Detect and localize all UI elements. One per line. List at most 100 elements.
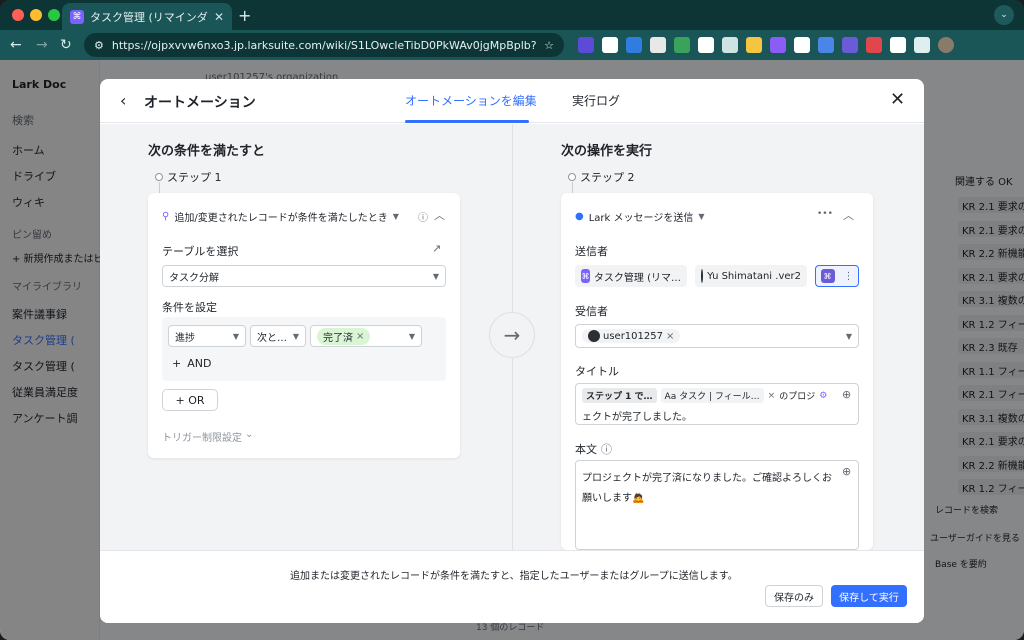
extension-icon[interactable] — [746, 37, 762, 53]
step-text: ステップ 2 — [580, 171, 635, 184]
extension-icon[interactable] — [794, 37, 810, 53]
chevron-down-icon: ⌄ — [245, 429, 254, 440]
arrow-right-icon: → — [489, 312, 535, 358]
puzzle-icon[interactable] — [914, 37, 930, 53]
condition-heading: 次の条件を満たすと — [148, 144, 266, 159]
tab-run-log[interactable]: 実行ログ — [572, 92, 620, 109]
footer-message: 追加または変更されたレコードが条件を満たすと、指定したユーザーまたはグループに送… — [290, 571, 738, 582]
save-button[interactable]: 保存のみ — [765, 585, 823, 607]
back-icon[interactable]: ‹ — [120, 91, 126, 110]
extension-icon[interactable] — [890, 37, 906, 53]
back-icon[interactable]: ← — [10, 37, 22, 53]
action-heading: 次の操作を実行 — [561, 144, 653, 159]
sender-app-pill[interactable]: ⌘ タスク管理 (リマ… — [575, 265, 687, 287]
step-2-label: ステップ 2 — [568, 169, 635, 185]
tab-search-icon[interactable]: ⌄ — [994, 5, 1014, 25]
avatar — [588, 330, 600, 342]
browser-window: ⌘ タスク管理 (リマインダー) - Lark ✕ + ⌄ ← → ↻ ⚙ ht… — [0, 0, 1024, 640]
trigger-limit-label: トリガー制限設定 — [162, 433, 242, 444]
tab-title: タスク管理 (リマインダー) - Lark — [90, 10, 208, 24]
remove-chip-icon[interactable]: × — [768, 391, 776, 401]
title-input[interactable]: ステップ 1 で… Aa タスク | フィール… × のプロジ ⚙ ェクトが完了… — [575, 383, 859, 425]
tab-bar: ⌘ タスク管理 (リマインダー) - Lark ✕ + ⌄ — [0, 0, 1024, 30]
receiver-label: 受信者 — [575, 305, 608, 318]
forward-icon[interactable]: → — [36, 37, 48, 53]
trigger-label: 追加/変更されたレコードが条件を満たしたとき — [174, 213, 388, 224]
body-line-1: プロジェクトが完了済になりました。ご確認よろしくお — [582, 473, 832, 484]
close-icon[interactable]: ✕ — [890, 89, 905, 110]
extension-icon[interactable] — [626, 37, 642, 53]
value-chip-text: 完了済 — [323, 332, 353, 344]
step-dot-icon — [155, 173, 163, 181]
extension-icon[interactable] — [674, 37, 690, 53]
extension-icon[interactable] — [818, 37, 834, 53]
remove-chip-icon[interactable]: × — [356, 331, 364, 342]
tab-edit-automation[interactable]: オートメーションを編集 — [405, 92, 537, 109]
extension-icon[interactable] — [602, 37, 618, 53]
step-1-label: ステップ 1 — [155, 169, 222, 185]
bookmark-star-icon[interactable]: ☆ — [544, 39, 554, 52]
url-text: https://ojpxvvw6nxo3.jp.larksuite.com/wi… — [111, 38, 537, 52]
address-bar[interactable]: ⚙ https://ojpxvvw6nxo3.jp.larksuite.com/… — [84, 33, 564, 57]
tab-close-icon[interactable]: ✕ — [214, 10, 224, 24]
sender-app-text: タスク管理 (リマ… — [593, 272, 681, 284]
action-selector[interactable]: ● Lark メッセージを送信 ▼ — [575, 209, 704, 224]
collapse-icon[interactable]: ︿ — [434, 207, 445, 223]
trigger-limit-toggle[interactable]: トリガー制限設定 ⌄ — [162, 429, 253, 444]
add-circle-icon[interactable]: ⊕ — [842, 465, 851, 478]
extension-icon[interactable] — [866, 37, 882, 53]
add-circle-icon[interactable]: ⊕ — [842, 388, 851, 401]
receiver-chip: user101257 × — [582, 329, 681, 343]
value-select[interactable]: 完了済 × ▼ — [310, 325, 422, 347]
field-select[interactable]: 進捗 ▼ — [168, 325, 246, 347]
variable-chip[interactable]: ステップ 1 で… — [582, 388, 657, 403]
body-textarea[interactable]: プロジェクトが完了済になりました。ご確認よろしくお 願いします🙇 ⊕ — [575, 460, 859, 550]
table-select[interactable]: タスク分解 ▼ — [162, 265, 446, 287]
more-vertical-icon[interactable]: ⋮ — [844, 271, 854, 282]
new-tab-button[interactable]: + — [238, 6, 251, 25]
lark-base-icon: ⌘ — [70, 9, 84, 24]
field-chip[interactable]: Aa タスク | フィール… — [660, 388, 764, 403]
receiver-select[interactable]: user101257 × ▼ — [575, 324, 859, 348]
browser-tab[interactable]: ⌘ タスク管理 (リマインダー) - Lark ✕ — [62, 3, 232, 30]
browser-toolbar: ← → ↻ ⚙ https://ojpxvvw6nxo3.jp.larksuit… — [0, 30, 1024, 60]
extension-icon[interactable] — [578, 37, 594, 53]
extension-icon[interactable] — [698, 37, 714, 53]
title-line-1: ステップ 1 で… Aa タスク | フィール… × のプロジ ⚙ — [582, 388, 827, 403]
add-or-button[interactable]: + OR — [162, 389, 218, 411]
trigger-selector[interactable]: ⚲ 追加/変更されたレコードが条件を満たしたとき ▼ — [162, 209, 399, 224]
more-icon[interactable]: ••• — [817, 209, 833, 219]
save-and-run-button[interactable]: 保存して実行 — [831, 585, 907, 607]
modal-title: オートメーション — [144, 95, 256, 111]
reload-icon[interactable]: ↻ — [60, 37, 72, 53]
info-icon[interactable]: ⓘ — [601, 441, 612, 457]
sender-switch-button[interactable]: ⌘ ⋮ — [815, 265, 859, 287]
site-settings-icon[interactable]: ⚙ — [94, 39, 104, 52]
plus-icon: + — [172, 357, 182, 370]
extension-icon[interactable] — [722, 37, 738, 53]
extension-icon[interactable] — [650, 37, 666, 53]
add-and-button[interactable]: + AND — [172, 357, 211, 370]
extension-icon[interactable] — [842, 37, 858, 53]
condition-label: 条件を設定 — [162, 301, 217, 314]
collapse-icon[interactable]: ︿ — [843, 207, 854, 223]
remove-chip-icon[interactable]: × — [666, 331, 674, 342]
sender-user-pill[interactable]: Yu Shimatani .ver2 — [695, 265, 807, 287]
zoom-window-button[interactable] — [48, 9, 60, 21]
operator-select[interactable]: 次と… ▼ — [250, 325, 306, 347]
chevron-down-icon: ▼ — [698, 212, 705, 221]
receiver-chip-text: user101257 — [603, 330, 663, 342]
field-select-value: 進捗 — [175, 332, 195, 344]
extension-icon[interactable] — [770, 37, 786, 53]
title-line-2: ェクトが完了しました。 — [582, 412, 692, 423]
external-link-icon[interactable]: ↗ — [432, 242, 441, 255]
title-text: のプロジ — [779, 392, 816, 402]
operator-select-value: 次と… — [257, 332, 287, 344]
info-icon[interactable]: ⓘ — [418, 209, 428, 224]
chevron-down-icon: ▼ — [292, 331, 299, 341]
profile-avatar[interactable] — [938, 37, 954, 53]
close-window-button[interactable] — [12, 9, 24, 21]
insert-variable-icon[interactable]: ⚙ — [819, 391, 827, 401]
lark-base-icon: ⌘ — [581, 269, 590, 283]
minimize-window-button[interactable] — [30, 9, 42, 21]
